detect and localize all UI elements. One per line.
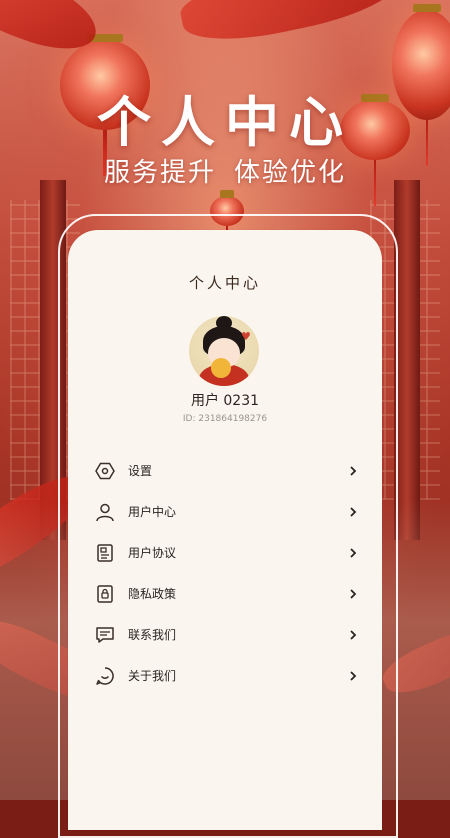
menu-item-about-us[interactable]: 关于我们 — [94, 655, 360, 696]
menu-list: 设置 用户中心 用户协议 隐私政策 联系我们 关于我们 — [94, 450, 360, 696]
menu-item-label: 隐私政策 — [128, 587, 177, 601]
privacy-lock-document-icon — [94, 583, 116, 605]
avatar[interactable]: ♥ — [189, 316, 259, 386]
hero-title: 个人中心 — [97, 91, 353, 154]
hero-subtitle-left: 服务提升 — [103, 158, 216, 188]
menu-item-user-agreement[interactable]: 用户协议 — [94, 532, 360, 573]
menu-item-user-center[interactable]: 用户中心 — [94, 491, 360, 532]
profile-card: 个人中心 ♥ 用户 0231 ID: 231864198276 设置 用户中心 — [68, 230, 382, 830]
chevron-right-icon — [346, 628, 360, 642]
page-title: 个人中心 — [188, 274, 261, 292]
menu-item-contact-us[interactable]: 联系我们 — [94, 614, 360, 655]
menu-item-label: 用户中心 — [128, 505, 177, 519]
chevron-right-icon — [346, 669, 360, 683]
chevron-right-icon — [346, 546, 360, 560]
avatar-hair-bun — [216, 316, 232, 330]
menu-item-privacy-policy[interactable]: 隐私政策 — [94, 573, 360, 614]
menu-item-label: 用户协议 — [128, 546, 177, 560]
chat-message-icon — [94, 624, 116, 646]
user-id: ID: 231864198276 — [182, 414, 268, 424]
menu-item-settings[interactable]: 设置 — [94, 450, 360, 491]
user-icon — [94, 501, 116, 523]
settings-hexagon-icon — [94, 460, 116, 482]
agreement-document-icon — [94, 542, 116, 564]
hero-subtitle: 服务提升 体验优化 — [0, 152, 450, 189]
chevron-right-icon — [346, 587, 360, 601]
smile-chat-icon — [94, 665, 116, 687]
chevron-right-icon — [346, 505, 360, 519]
hero-subtitle-right: 体验优化 — [234, 158, 347, 188]
avatar-fan — [211, 358, 231, 378]
menu-item-label: 设置 — [128, 464, 153, 478]
ribbon-decoration — [176, 0, 404, 53]
menu-item-label: 关于我们 — [128, 669, 177, 683]
user-name: 用户 0231 — [190, 393, 260, 409]
chevron-right-icon — [346, 464, 360, 478]
menu-item-label: 联系我们 — [128, 628, 177, 642]
heart-icon: ♥ — [241, 330, 251, 343]
